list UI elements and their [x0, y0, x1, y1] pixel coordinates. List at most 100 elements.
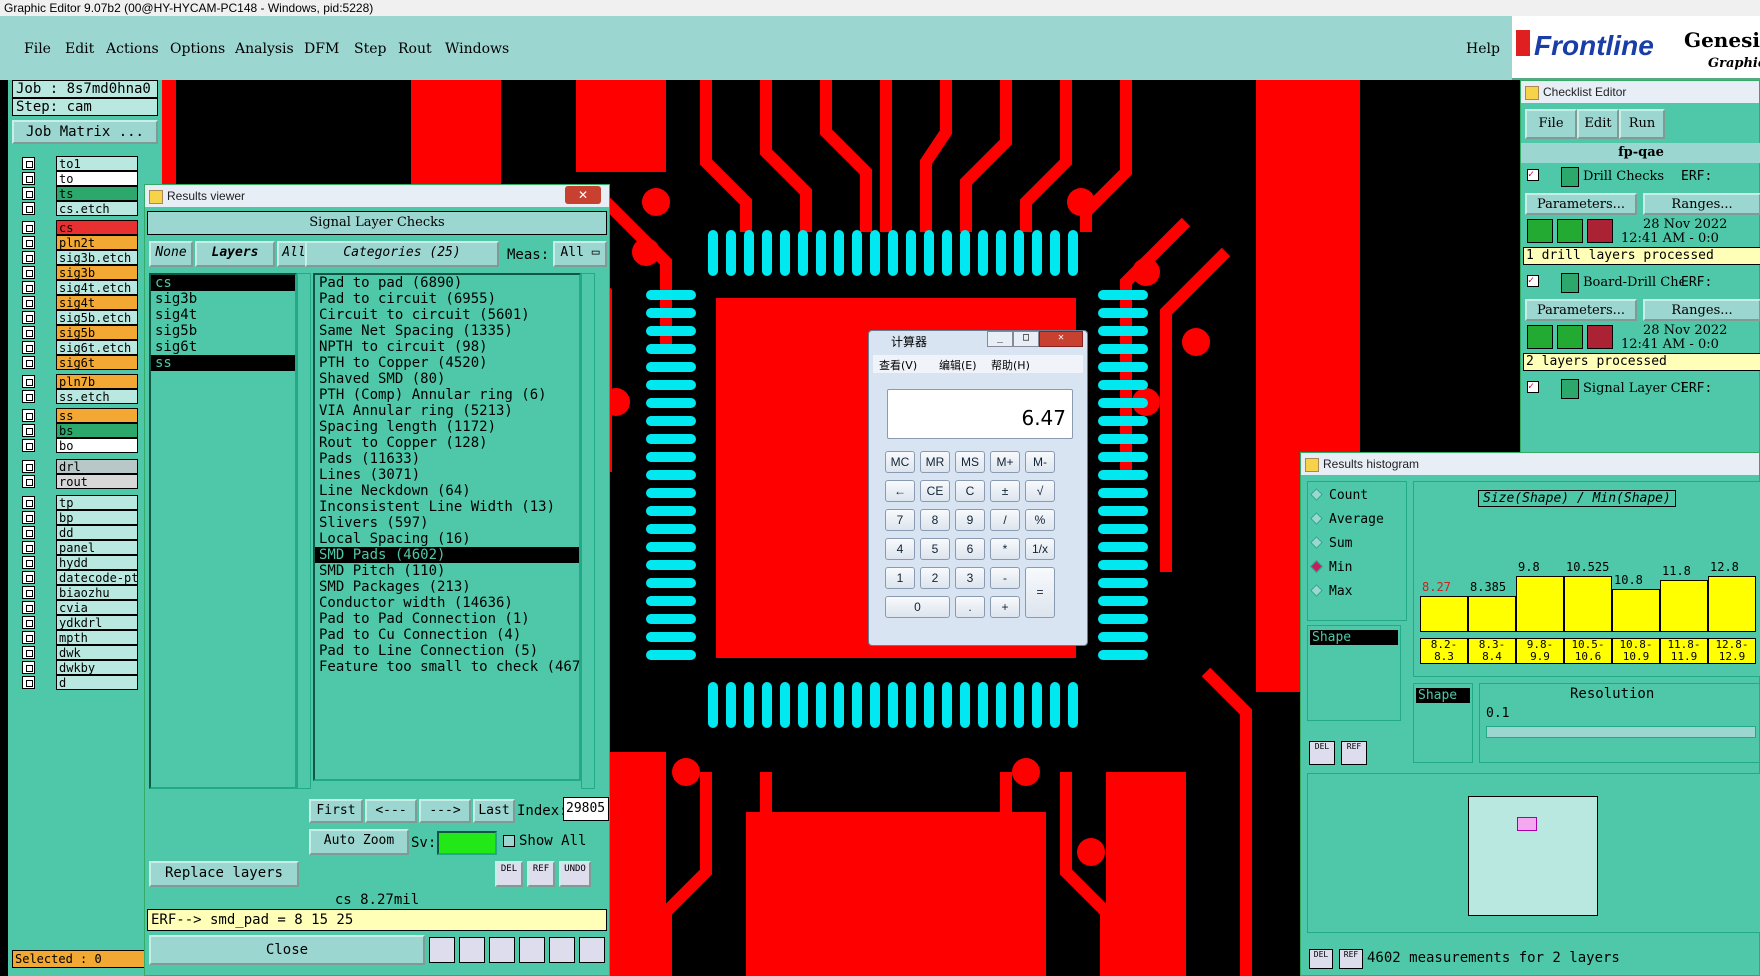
category-item[interactable]: Pad to pad (6890)	[315, 275, 579, 291]
layer-row-tp[interactable]: tp	[22, 495, 138, 510]
layer-row-ss[interactable]: ss	[22, 408, 138, 423]
footer-ref-button[interactable]: REF	[1339, 949, 1363, 969]
category-list-scrollbar[interactable]	[581, 273, 595, 789]
layer-row-rout[interactable]: rout	[22, 474, 138, 489]
layer-row-bo[interactable]: bo	[22, 438, 138, 453]
footer-del-button[interactable]: DEL	[1309, 949, 1333, 969]
calc-key[interactable]: -	[990, 567, 1020, 589]
calc-key[interactable]: MR	[920, 451, 950, 473]
parameters-button[interactable]: Parameters...	[1525, 299, 1637, 321]
layer-row-ts[interactable]: ts	[22, 186, 138, 201]
category-item[interactable]: Inconsistent Line Width (13)	[315, 499, 579, 515]
layer-row-sig6t[interactable]: sig6t	[22, 355, 138, 370]
layer-checkbox[interactable]	[22, 460, 35, 473]
layers-button[interactable]: Layers	[195, 241, 275, 267]
checklist-run-menu[interactable]: Run	[1619, 109, 1665, 139]
undo-button[interactable]: UNDO	[559, 861, 591, 887]
mode-average[interactable]: Average	[1310, 512, 1384, 527]
layer-checkbox[interactable]	[22, 601, 35, 614]
calc-key[interactable]: .	[955, 596, 985, 618]
run-icon[interactable]	[1527, 325, 1553, 349]
histogram-shape-list[interactable]: Shape	[1307, 625, 1401, 721]
close-icon[interactable]: ✕	[565, 186, 601, 204]
category-item[interactable]: SMD Packages (213)	[315, 579, 579, 595]
layer-row-hydd[interactable]: hydd	[22, 555, 138, 570]
calc-key[interactable]: %	[1025, 509, 1055, 531]
hist-ref-button[interactable]: REF	[1341, 741, 1367, 765]
layer-row-sig4t[interactable]: sig4t	[22, 295, 138, 310]
menu-options[interactable]: Options	[170, 41, 225, 57]
histogram-bar[interactable]	[1612, 589, 1660, 632]
parameters-button[interactable]: Parameters...	[1525, 193, 1637, 215]
category-item[interactable]: Pad to circuit (6955)	[315, 291, 579, 307]
highlight-tool-icon[interactable]	[459, 937, 485, 963]
layer-checkbox[interactable]	[22, 375, 35, 388]
menu-dfm[interactable]: DFM	[304, 41, 339, 57]
item-checkbox[interactable]: ✓	[1527, 275, 1539, 287]
layer-checkbox[interactable]	[22, 496, 35, 509]
layer-row-dd[interactable]: dd	[22, 525, 138, 540]
mode-sum[interactable]: Sum	[1310, 536, 1352, 551]
category-item[interactable]: Rout to Copper (128)	[315, 435, 579, 451]
ref-button[interactable]: REF	[527, 861, 555, 887]
histogram-bar[interactable]	[1420, 596, 1468, 632]
category-item[interactable]: NPTH to circuit (98)	[315, 339, 579, 355]
layer-row-d[interactable]: d	[22, 675, 138, 690]
replace-layers-select[interactable]: Replace layers	[149, 861, 299, 887]
mode-max[interactable]: Max	[1310, 584, 1352, 599]
layer-checkbox[interactable]	[22, 390, 35, 403]
menu-rout[interactable]: Rout	[398, 41, 432, 57]
layer-checkbox[interactable]	[22, 281, 35, 294]
calc-key[interactable]: 6	[955, 538, 985, 560]
layer-checkbox[interactable]	[22, 556, 35, 569]
layer-checkbox[interactable]	[22, 511, 35, 524]
job-matrix-button[interactable]: Job Matrix ...	[12, 120, 158, 144]
layer-checkbox[interactable]	[22, 236, 35, 249]
run-icon[interactable]	[1527, 219, 1553, 243]
calc-key[interactable]: ±	[990, 480, 1020, 502]
layer-row-drl[interactable]: drl	[22, 459, 138, 474]
calc-key[interactable]: 4	[885, 538, 915, 560]
close-button[interactable]: Close	[149, 935, 425, 965]
layer-checkbox[interactable]	[22, 676, 35, 689]
item-checkbox[interactable]: ✓	[1527, 169, 1539, 181]
layer-row-sig3b[interactable]: sig3b	[22, 265, 138, 280]
layer-row-sig6t.etch[interactable]: sig6t.etch	[22, 340, 138, 355]
layer-list-scrollbar[interactable]	[297, 273, 311, 789]
resolution-shape-item[interactable]: Shape	[1416, 688, 1470, 703]
layer-checkbox[interactable]	[22, 475, 35, 488]
run-all-icon[interactable]	[1557, 325, 1583, 349]
histogram-bar[interactable]	[1564, 576, 1612, 632]
mode-min[interactable]: Min	[1310, 560, 1352, 575]
result-layer-item[interactable]: sig5b	[151, 323, 295, 339]
layer-checkbox[interactable]	[22, 439, 35, 452]
next-button[interactable]: --->	[419, 799, 471, 823]
category-item[interactable]: Pad to Line Connection (5)	[315, 643, 579, 659]
menu-analysis[interactable]: Analysis	[235, 41, 294, 57]
layer-checkbox[interactable]	[22, 172, 35, 185]
layer-row-biaozhu[interactable]: biaozhu	[22, 585, 138, 600]
layer-checkbox[interactable]	[22, 356, 35, 369]
layer-row-mpth[interactable]: mpth	[22, 630, 138, 645]
layer-row-datecode-pte[interactable]: datecode-pte	[22, 570, 138, 585]
layer-row-pln7b[interactable]: pln7b	[22, 374, 138, 389]
category-item[interactable]: Pad to Cu Connection (4)	[315, 627, 579, 643]
layer-row-sig4t.etch[interactable]: sig4t.etch	[22, 280, 138, 295]
meas-select[interactable]: All ▭	[553, 241, 607, 267]
layer-row-dwk[interactable]: dwk	[22, 645, 138, 660]
prev-button[interactable]: <---	[365, 799, 417, 823]
calc-key[interactable]: 5	[920, 538, 950, 560]
measure-tool-icon[interactable]	[429, 937, 455, 963]
layer-checkbox[interactable]	[22, 251, 35, 264]
category-item[interactable]: PTH to Copper (4520)	[315, 355, 579, 371]
radio-icon[interactable]	[1310, 584, 1323, 597]
layer-row-ss.etch[interactable]: ss.etch	[22, 389, 138, 404]
layer-row-pln2t[interactable]: pln2t	[22, 235, 138, 250]
category-item[interactable]: Spacing length (1172)	[315, 419, 579, 435]
category-item[interactable]: Circuit to circuit (5601)	[315, 307, 579, 323]
layer-checkbox[interactable]	[22, 296, 35, 309]
menu-windows[interactable]: Windows	[445, 41, 509, 57]
layer-row-bs[interactable]: bs	[22, 423, 138, 438]
calc-key[interactable]: ←	[885, 480, 915, 502]
checklist-edit-menu[interactable]: Edit	[1577, 109, 1619, 139]
